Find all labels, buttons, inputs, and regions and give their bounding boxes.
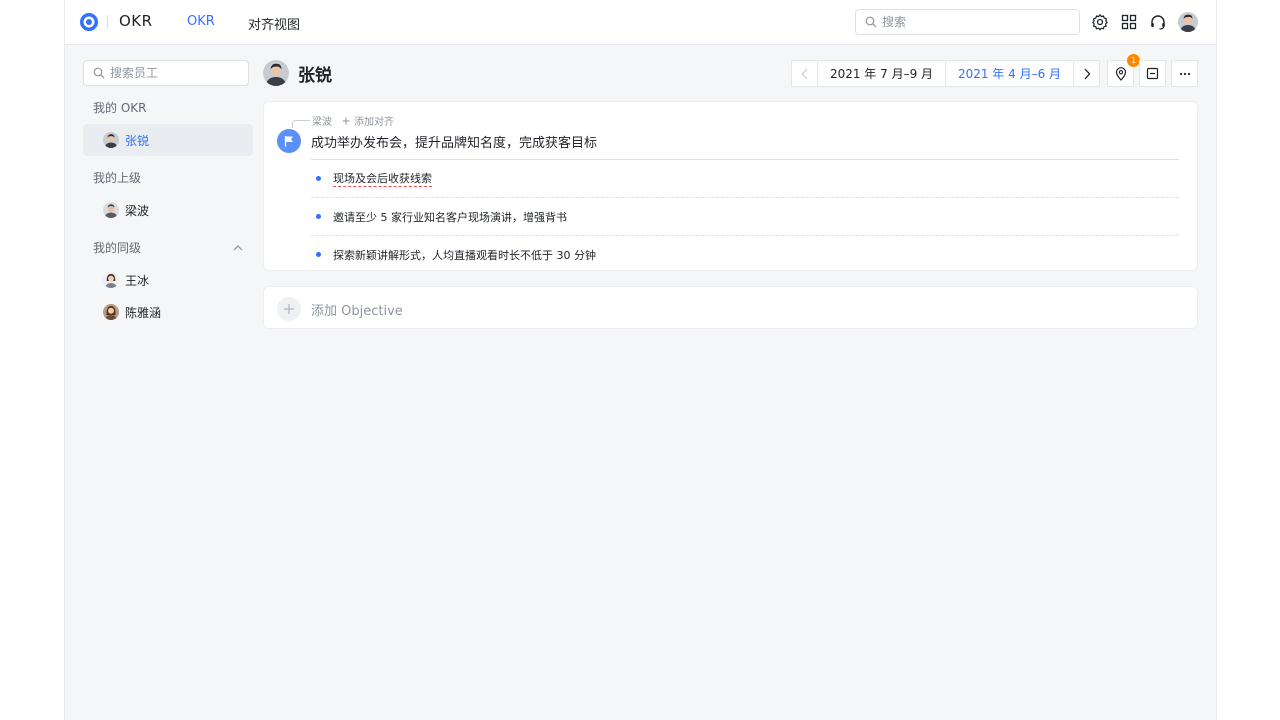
top-bar: OKR OKR 对齐视图 <box>65 0 1216 45</box>
period-navigator: 2021 年 7 月–9 月 2021 年 4 月–6 月 <box>791 60 1100 87</box>
app-name: OKR <box>119 12 153 30</box>
avatar <box>103 272 119 288</box>
sidebar-item-label: 陈雅涵 <box>125 305 162 320</box>
sidebar-item-zhang-rui[interactable]: 张锐 <box>83 124 253 156</box>
period-q2-button[interactable]: 2021 年 4 月–6 月 <box>945 60 1074 87</box>
avatar <box>103 202 119 218</box>
prev-period-button[interactable] <box>791 60 818 87</box>
employee-search[interactable] <box>83 60 249 86</box>
search-icon <box>93 67 105 79</box>
objective-card: 梁波 添加对齐 成功举办发布会，提升品牌知名度，完成获客目标 现场及会后收获线索 <box>263 101 1198 271</box>
settings-icon[interactable] <box>1091 13 1109 31</box>
sidebar-item-chen-yahan[interactable]: 陈雅涵 <box>83 296 253 328</box>
chevron-up-icon[interactable] <box>233 244 243 251</box>
objective-flag-icon <box>277 129 301 153</box>
next-period-button[interactable] <box>1073 60 1100 87</box>
sidebar: 我的 OKR 张锐 我的上级 梁波 我的同级 王冰 <box>83 60 253 328</box>
sidebar-item-label: 梁波 <box>125 203 150 218</box>
add-alignment-label: 添加对齐 <box>354 117 394 128</box>
add-alignment-button[interactable]: 添加对齐 <box>342 113 394 128</box>
apps-grid-icon[interactable] <box>1120 13 1138 31</box>
add-objective-button[interactable]: 添加 Objective <box>263 286 1198 329</box>
key-result-item[interactable]: 现场及会后收获线索 <box>311 159 1179 197</box>
key-result-item[interactable]: 探索新颖讲解形式，人均直播观看时长不低于 30 分钟 <box>311 235 1179 273</box>
sidebar-item-label: 张锐 <box>125 133 150 148</box>
global-search-input[interactable] <box>882 13 1072 31</box>
plus-icon <box>342 117 350 124</box>
app-logo-icon[interactable] <box>79 12 99 32</box>
key-result-text: 探索新颖讲解形式，人均直播观看时长不低于 30 分钟 <box>333 248 596 262</box>
add-objective-label: 添加 Objective <box>311 304 403 319</box>
bullet-dot-icon <box>316 214 321 219</box>
more-dots-icon <box>1179 72 1190 75</box>
sidebar-item-label: 王冰 <box>125 273 150 288</box>
comment-box-icon <box>1146 67 1159 80</box>
alignment-connector <box>292 119 310 128</box>
section-my-peers[interactable]: 我的同级 <box>83 232 253 264</box>
key-result-item[interactable]: 邀请至少 5 家行业知名客户现场演讲，增强背书 <box>311 197 1179 235</box>
bullet-dot-icon <box>316 252 321 257</box>
avatar <box>103 132 119 148</box>
tab-okr[interactable]: OKR <box>187 14 215 29</box>
tab-alignment-view[interactable]: 对齐视图 <box>248 14 300 33</box>
bullet-dot-icon <box>316 176 321 181</box>
objective-title[interactable]: 成功举办发布会，提升品牌知名度，完成获客目标 <box>311 132 597 151</box>
current-user-header: 张锐 <box>263 60 332 86</box>
alignment-row: 梁波 添加对齐 <box>292 113 394 128</box>
section-my-okr: 我的 OKR <box>93 101 147 115</box>
period-q3-button[interactable]: 2021 年 7 月–9 月 <box>817 60 946 87</box>
user-avatar[interactable] <box>1178 12 1198 32</box>
sidebar-item-wang-bing[interactable]: 王冰 <box>83 264 253 296</box>
chevron-right-icon <box>1084 68 1090 79</box>
aligned-to-link[interactable]: 梁波 <box>312 113 332 128</box>
sidebar-item-liang-bo[interactable]: 梁波 <box>83 194 253 226</box>
search-icon <box>865 16 877 28</box>
more-options-button[interactable] <box>1171 60 1198 87</box>
key-result-list: 现场及会后收获线索 邀请至少 5 家行业知名客户现场演讲，增强背书 探索新颖讲解… <box>311 159 1179 273</box>
key-result-text: 现场及会后收获线索 <box>333 172 432 187</box>
page-title: 张锐 <box>298 65 332 86</box>
headset-icon[interactable] <box>1149 13 1167 31</box>
key-result-text: 邀请至少 5 家行业知名客户现场演讲，增强背书 <box>333 210 567 224</box>
avatar <box>263 60 289 86</box>
employee-search-input[interactable] <box>110 64 240 82</box>
logo-divider <box>107 15 108 29</box>
section-label: 我的同级 <box>93 241 142 255</box>
comment-button[interactable] <box>1139 60 1166 87</box>
avatar <box>103 304 119 320</box>
global-search[interactable] <box>855 9 1080 35</box>
chevron-left-icon <box>801 68 807 79</box>
section-my-superior: 我的上级 <box>93 171 142 185</box>
plus-icon <box>277 297 301 321</box>
location-pin-icon <box>1115 66 1126 81</box>
okr-app: OKR OKR 对齐视图 搜索 搜索员工 我的 OKR 张锐 我的上级 梁波 我… <box>64 0 1217 720</box>
